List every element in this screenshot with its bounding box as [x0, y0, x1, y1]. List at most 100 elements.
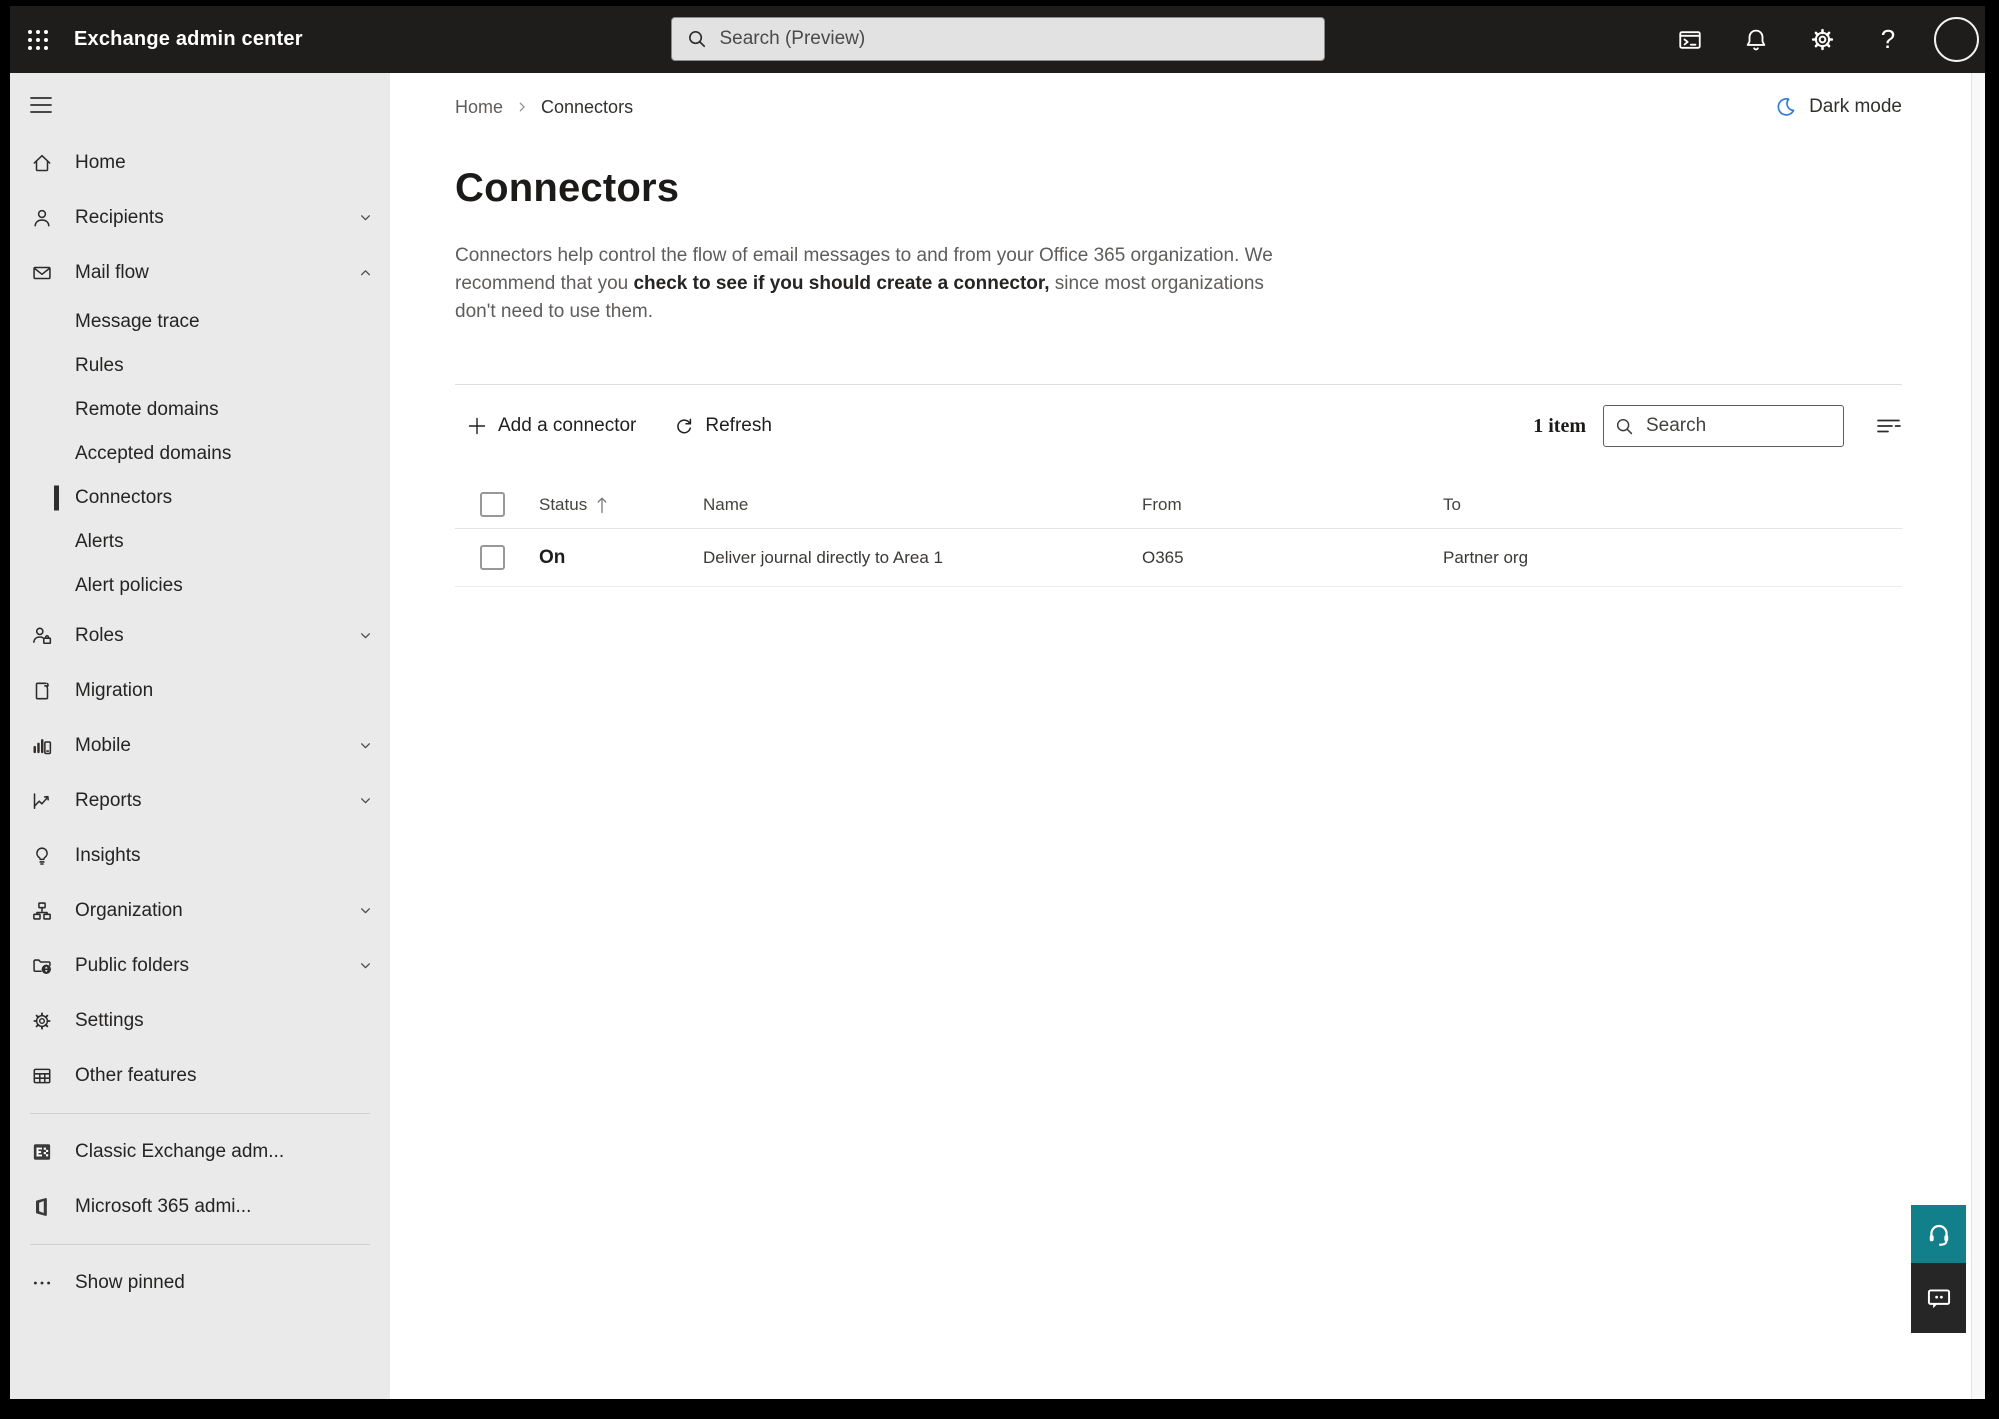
org-chart-icon [30, 899, 54, 923]
office-logo-icon [30, 1195, 54, 1219]
sidebar-item-classic-exchange-admin[interactable]: Classic Exchange adm... [10, 1124, 390, 1179]
folder-globe-icon [30, 954, 54, 978]
sidebar-item-label: Public folders [75, 954, 190, 976]
column-header-status[interactable]: Status [539, 495, 703, 515]
help-button[interactable]: ? [1868, 20, 1908, 60]
sidebar-item-label: Migration [75, 679, 154, 701]
settings-button[interactable] [1802, 20, 1842, 60]
sidebar-item-mobile[interactable]: Mobile [10, 718, 390, 773]
exchange-admin-window: Exchange admin center Search (Preview) ?… [10, 6, 1985, 1399]
row-checkbox[interactable] [480, 545, 505, 570]
nav-collapse-button[interactable] [10, 87, 390, 123]
person-badge-icon [30, 624, 54, 648]
sidebar-item-mail-flow[interactable]: Mail flow [10, 245, 390, 300]
question-mark-icon: ? [1880, 24, 1896, 54]
row-name-link[interactable]: Deliver journal directly to Area 1 [703, 548, 1142, 568]
sidebar-item-alert-policies[interactable]: Alert policies [10, 564, 390, 608]
sidebar-item-accepted-domains[interactable]: Accepted domains [10, 432, 390, 476]
chevron-down-icon [357, 957, 374, 974]
hamburger-icon [30, 97, 52, 113]
global-search-box[interactable] [670, 17, 1325, 61]
app-launcher-button[interactable] [18, 20, 58, 60]
sidebar-item-label: Accepted domains [75, 443, 232, 464]
sidebar-item-label: Show pinned [75, 1271, 185, 1293]
cloud-shell-button[interactable] [1670, 20, 1710, 60]
table-header-row: Status Name From To [455, 481, 1902, 529]
table-grid-icon [30, 1064, 54, 1088]
sidebar-item-label: Alerts [75, 531, 124, 552]
person-icon [30, 206, 54, 230]
sidebar-item-microsoft-365-admin[interactable]: Microsoft 365 admi... [10, 1179, 390, 1234]
sidebar-item-roles[interactable]: Roles [10, 608, 390, 663]
chevron-down-icon [357, 627, 374, 644]
feedback-button[interactable] [1911, 1263, 1966, 1333]
sidebar-item-rules[interactable]: Rules [10, 344, 390, 388]
sidebar-item-label: Roles [75, 624, 124, 646]
column-header-from[interactable]: From [1142, 495, 1443, 515]
global-search-input[interactable] [719, 28, 1310, 50]
bars-phone-icon [30, 734, 54, 758]
vertical-scrollbar[interactable] [1971, 73, 1985, 1399]
sidebar-item-other-features[interactable]: Other features [10, 1048, 390, 1103]
sidebar-item-label: Recipients [75, 206, 164, 228]
sidebar-item-settings[interactable]: Settings [10, 993, 390, 1048]
sidebar-item-show-pinned[interactable]: Show pinned [10, 1255, 390, 1310]
filter-lines-icon [1877, 419, 1901, 433]
sort-ascending-icon [595, 496, 609, 514]
sidebar-item-label: Connectors [75, 487, 173, 508]
account-avatar[interactable] [1934, 17, 1979, 62]
sidebar-item-label: Other features [75, 1064, 197, 1086]
status-header-label: Status [539, 494, 588, 514]
refresh-icon [674, 416, 694, 436]
sidebar-item-remote-domains[interactable]: Remote domains [10, 388, 390, 432]
left-navigation: Home Recipients Mail flow Message trace … [10, 73, 390, 1399]
chevron-down-icon [357, 209, 374, 226]
column-header-name[interactable]: Name [703, 495, 1142, 515]
table-search-input[interactable] [1646, 415, 1833, 437]
page-description: Connectors help control the flow of emai… [455, 242, 1300, 326]
topbar-actions: ? [1670, 17, 1985, 62]
sidebar-item-public-folders[interactable]: Public folders [10, 938, 390, 993]
sidebar-item-reports[interactable]: Reports [10, 773, 390, 828]
select-all-checkbox[interactable] [480, 492, 505, 517]
gear-icon [30, 1009, 54, 1033]
refresh-button[interactable]: Refresh [662, 409, 784, 443]
sidebar-item-migration[interactable]: Migration [10, 663, 390, 718]
check-connector-link[interactable]: check to see if you should create a conn… [633, 273, 1049, 294]
line-chart-icon [30, 789, 54, 813]
sidebar-item-connectors[interactable]: Connectors [10, 476, 390, 520]
sidebar-item-insights[interactable]: Insights [10, 828, 390, 883]
sidebar-item-recipients[interactable]: Recipients [10, 190, 390, 245]
add-connector-button[interactable]: Add a connector [455, 409, 648, 443]
breadcrumb-chevron-icon [515, 100, 529, 114]
sidebar-item-alerts[interactable]: Alerts [10, 520, 390, 564]
table-search-box[interactable] [1603, 405, 1844, 447]
add-connector-label: Add a connector [498, 415, 637, 436]
sidebar-item-label: Mobile [75, 734, 131, 756]
row-status: On [539, 546, 566, 568]
list-toolbar: Add a connector Refresh 1 item [455, 384, 1902, 481]
breadcrumb: Home Connectors [455, 97, 633, 118]
sidebar-item-label: Alert policies [75, 575, 183, 596]
sidebar-divider [30, 1113, 370, 1114]
chevron-down-icon [357, 792, 374, 809]
filter-button[interactable] [1876, 414, 1902, 438]
terminal-icon [1679, 30, 1701, 49]
breadcrumb-home-link[interactable]: Home [455, 97, 503, 118]
sidebar-item-organization[interactable]: Organization [10, 883, 390, 938]
lightbulb-icon [30, 844, 54, 868]
bell-icon [1746, 29, 1766, 50]
sidebar-item-home[interactable]: Home [10, 135, 390, 190]
breadcrumb-current: Connectors [541, 96, 634, 117]
sidebar-item-message-trace[interactable]: Message trace [10, 300, 390, 344]
notifications-button[interactable] [1736, 20, 1776, 60]
support-button[interactable] [1911, 1205, 1966, 1263]
table-row[interactable]: On Deliver journal directly to Area 1 O3… [455, 529, 1902, 587]
top-app-bar: Exchange admin center Search (Preview) ? [10, 6, 1985, 73]
page-title: Connectors [455, 166, 680, 210]
dark-mode-toggle[interactable]: Dark mode [1775, 96, 1902, 118]
column-header-to[interactable]: To [1443, 495, 1902, 515]
search-icon [688, 31, 705, 48]
document-arrow-icon [30, 679, 54, 703]
sidebar-item-label: Settings [75, 1009, 144, 1031]
